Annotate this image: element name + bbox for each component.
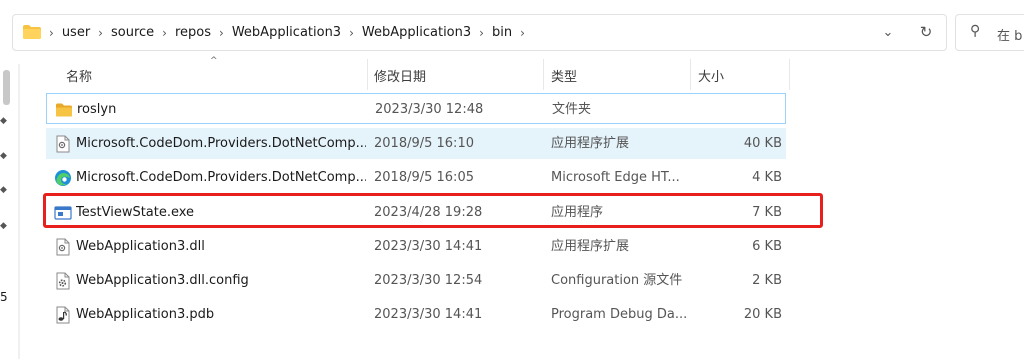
file-type: Program Debug Da...	[551, 307, 688, 322]
chevron-right-icon: ›	[49, 25, 54, 40]
file-date: 2023/3/30 12:54	[374, 273, 483, 288]
file-name: Microsoft.CodeDom.Providers.DotNetComp..…	[76, 170, 366, 185]
column-header-type[interactable]: 类型	[551, 66, 577, 85]
file-name: WebApplication3.pdb	[76, 307, 215, 322]
navigation-pane-edge: ◆ ◆ ◆ ◆ 5	[0, 64, 30, 359]
column-headers: ^ 名称 修改日期 类型 大小	[46, 56, 791, 90]
pin-icon: ◆	[0, 151, 7, 161]
breadcrumb-item-bin[interactable]: bin	[488, 25, 516, 40]
pin-icon: ◆	[0, 116, 7, 126]
pin-icon: ◆	[0, 221, 7, 231]
file-size	[697, 94, 783, 125]
file-row-codedom-html[interactable]: Microsoft.CodeDom.Providers.DotNetComp..…	[46, 162, 786, 193]
file-row-codedom-dll[interactable]: Microsoft.CodeDom.Providers.DotNetComp..…	[46, 128, 786, 159]
config-icon	[56, 272, 70, 290]
scrollbar-thumb[interactable]	[3, 70, 10, 105]
file-name: WebApplication3.dll	[76, 239, 205, 254]
breadcrumb-item-webapplication3-sub[interactable]: WebApplication3	[358, 25, 475, 40]
pdb-icon	[56, 306, 70, 324]
chevron-right-icon[interactable]: ›	[345, 26, 358, 40]
address-bar-row: › user › source › repos › WebApplication…	[0, 0, 1024, 64]
nav-item-label: 5	[0, 290, 8, 304]
file-name: roslyn	[77, 102, 117, 117]
file-row-webapplication3-dll[interactable]: WebApplication3.dll 2023/3/30 14:41 应用程序…	[46, 231, 786, 262]
dll-icon	[56, 135, 70, 153]
file-row-roslyn[interactable]: roslyn 2023/3/30 12:48 文件夹	[46, 93, 786, 124]
file-type: 文件夹	[552, 102, 592, 117]
file-type: 应用程序扩展	[551, 239, 630, 254]
search-placeholder: 在 b	[997, 29, 1023, 44]
file-size: 20 KB	[743, 307, 782, 322]
column-header-name[interactable]: 名称	[66, 66, 92, 85]
file-date: 2023/3/30 12:48	[375, 102, 484, 117]
pane-divider[interactable]	[18, 64, 20, 359]
column-header-size[interactable]: 大小	[698, 66, 724, 85]
chevron-right-icon[interactable]: ›	[516, 26, 529, 40]
column-divider[interactable]	[543, 59, 544, 90]
file-date: 2023/3/30 14:41	[374, 307, 483, 322]
column-divider[interactable]	[789, 59, 790, 90]
file-date: 2023/3/30 14:41	[374, 239, 483, 254]
file-size: 4 KB	[752, 170, 782, 185]
file-name: WebApplication3.dll.config	[76, 273, 249, 288]
dll-icon	[56, 238, 70, 256]
chevron-right-icon[interactable]: ›	[215, 26, 228, 40]
folder-icon	[56, 103, 72, 117]
file-row-webapplication3-config[interactable]: WebApplication3.dll.config 2023/3/30 12:…	[46, 265, 786, 296]
search-icon: ⚲	[970, 23, 981, 39]
pin-icon: ◆	[0, 185, 7, 195]
breadcrumb-item-source[interactable]: source	[107, 25, 158, 40]
file-type: Microsoft Edge HT...	[551, 170, 680, 185]
chevron-down-icon[interactable]: ⌄	[879, 24, 897, 42]
file-date: 2018/9/5 16:05	[374, 170, 474, 185]
sort-ascending-icon: ^	[210, 56, 218, 66]
file-type: 应用程序扩展	[551, 136, 630, 151]
breadcrumb-item-repos[interactable]: repos	[171, 25, 215, 40]
file-size: 6 KB	[752, 239, 782, 254]
breadcrumb-item-webapplication3[interactable]: WebApplication3	[228, 25, 345, 40]
column-divider[interactable]	[367, 59, 368, 90]
file-date: 2018/9/5 16:10	[374, 136, 474, 151]
search-input[interactable]: ⚲ 在 b	[955, 14, 1024, 51]
annotation-highlight-box	[43, 193, 823, 228]
file-size: 2 KB	[752, 273, 782, 288]
column-divider[interactable]	[690, 59, 691, 90]
breadcrumb: › user › source › repos › WebApplication…	[45, 15, 529, 50]
folder-icon	[23, 25, 41, 39]
breadcrumb-item-user[interactable]: user	[58, 25, 94, 40]
refresh-icon[interactable]: ↻	[916, 22, 936, 42]
file-name: Microsoft.CodeDom.Providers.DotNetComp..…	[76, 136, 366, 151]
address-bar[interactable]: › user › source › repos › WebApplication…	[12, 14, 947, 51]
file-size: 40 KB	[743, 136, 782, 151]
chevron-right-icon[interactable]: ›	[475, 26, 488, 40]
chevron-right-icon[interactable]: ›	[94, 26, 107, 40]
file-type: Configuration 源文件	[551, 273, 683, 288]
column-header-date[interactable]: 修改日期	[374, 66, 426, 85]
file-row-webapplication3-pdb[interactable]: WebApplication3.pdb 2023/3/30 14:41 Prog…	[46, 299, 786, 330]
edge-icon	[55, 170, 71, 186]
chevron-right-icon[interactable]: ›	[158, 26, 171, 40]
file-explorer-window: › user › source › repos › WebApplication…	[0, 0, 1024, 359]
